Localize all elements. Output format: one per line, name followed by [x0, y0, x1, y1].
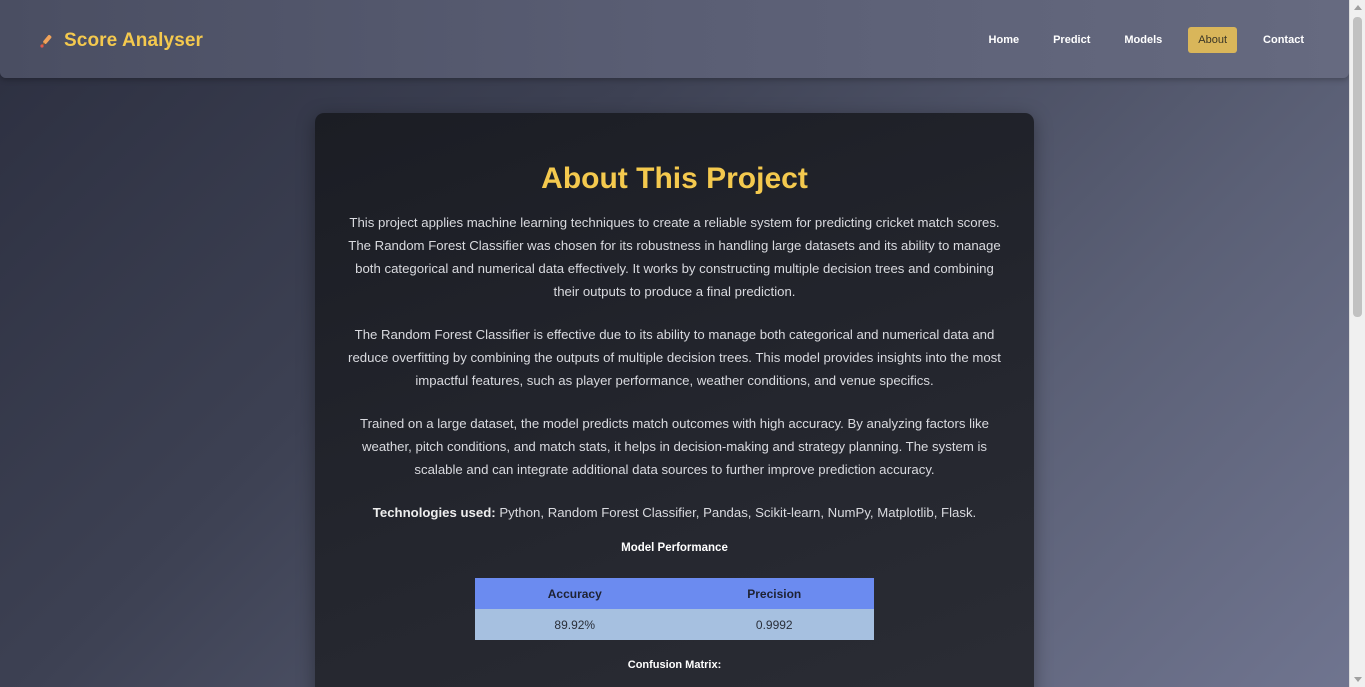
main-nav: Home Predict Models About Contact: [975, 27, 1318, 53]
nav-predict[interactable]: Predict: [1039, 27, 1104, 53]
page-title: About This Project: [541, 162, 808, 195]
about-paragraph-1: This project applies machine learning te…: [348, 215, 1001, 299]
vertical-scrollbar[interactable]: [1349, 0, 1365, 687]
nav-models[interactable]: Models: [1110, 27, 1176, 53]
precision-header: Precision: [674, 578, 874, 609]
about-paragraph-2: The Random Forest Classifier is effectiv…: [348, 327, 1001, 388]
scrollbar-thumb[interactable]: [1353, 17, 1362, 317]
nav-contact[interactable]: Contact: [1249, 27, 1318, 53]
model-performance-title: Model Performance: [621, 542, 728, 554]
scroll-down-arrow-icon[interactable]: [1354, 677, 1362, 682]
about-paragraph-3: Trained on a large dataset, the model pr…: [360, 416, 989, 477]
cricket-bat-icon: [38, 33, 54, 49]
technologies-line: Technologies used: Python, Random Forest…: [315, 501, 1034, 524]
performance-table: Accuracy Precision 89.92% 0.9992: [475, 578, 874, 640]
table-header-row: Accuracy Precision: [475, 578, 874, 609]
nav-home[interactable]: Home: [975, 27, 1034, 53]
technologies-label: Technologies used:: [372, 505, 496, 520]
table-row: 89.92% 0.9992: [475, 609, 874, 640]
brand[interactable]: Score Analyser: [38, 30, 203, 52]
accuracy-header: Accuracy: [475, 578, 675, 609]
accuracy-value: 89.92%: [475, 609, 675, 640]
brand-name: Score Analyser: [64, 30, 204, 51]
about-card: About This Project This project applies …: [315, 113, 1034, 687]
top-navbar: Score Analyser Home Predict Models About…: [0, 0, 1349, 78]
confusion-matrix-title: Confusion Matrix:: [627, 659, 722, 671]
technologies-value: Python, Random Forest Classifier, Pandas…: [495, 505, 977, 520]
precision-value: 0.9992: [674, 609, 874, 640]
scroll-up-arrow-icon[interactable]: [1354, 5, 1362, 10]
nav-about[interactable]: About: [1188, 27, 1238, 53]
